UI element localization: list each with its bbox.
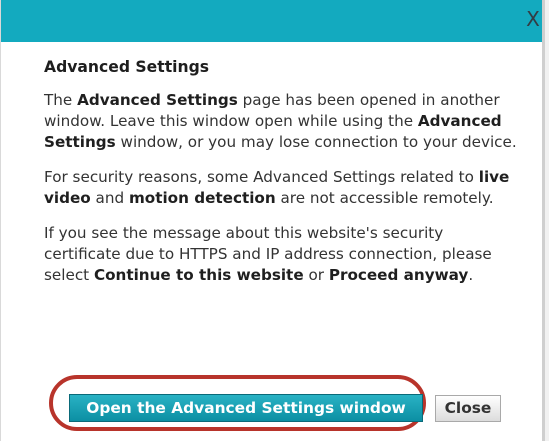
- paragraph-text: .: [468, 266, 474, 284]
- advanced-settings-dialog: X Advanced Settings The Advanced Setting…: [0, 0, 545, 441]
- paragraph-text: The: [44, 91, 78, 109]
- bold-text: Advanced Settings: [77, 91, 238, 109]
- paragraph-text: For security reasons, some Advanced Sett…: [44, 168, 479, 186]
- bold-text: Continue to this website: [93, 266, 304, 284]
- bold-text: Proceed anyway: [328, 266, 469, 284]
- paragraph-text: window, or you may lose connection to yo…: [115, 133, 517, 151]
- close-icon[interactable]: X: [520, 4, 542, 34]
- paragraph-security-reasons: For security reasons, some Advanced Sett…: [44, 167, 524, 209]
- open-advanced-settings-button[interactable]: Open the Advanced Settings window: [69, 394, 423, 422]
- dialog-heading: Advanced Settings: [44, 58, 210, 76]
- bold-text: motion detection: [128, 189, 276, 207]
- paragraph-opened-window: The Advanced Settings page has been open…: [44, 90, 524, 153]
- dialog-actions: Open the Advanced Settings window Close: [69, 394, 519, 422]
- paragraph-text: or: [303, 266, 329, 284]
- paragraph-text: are not accessible remotely.: [275, 189, 494, 207]
- paragraph-text: and: [90, 189, 129, 207]
- dialog-content: Advanced Settings The Advanced Settings …: [44, 56, 524, 300]
- close-button[interactable]: Close: [435, 395, 501, 422]
- dialog-titlebar: X: [1, 0, 542, 42]
- paragraph-certificate-message: If you see the message about this websit…: [44, 223, 524, 286]
